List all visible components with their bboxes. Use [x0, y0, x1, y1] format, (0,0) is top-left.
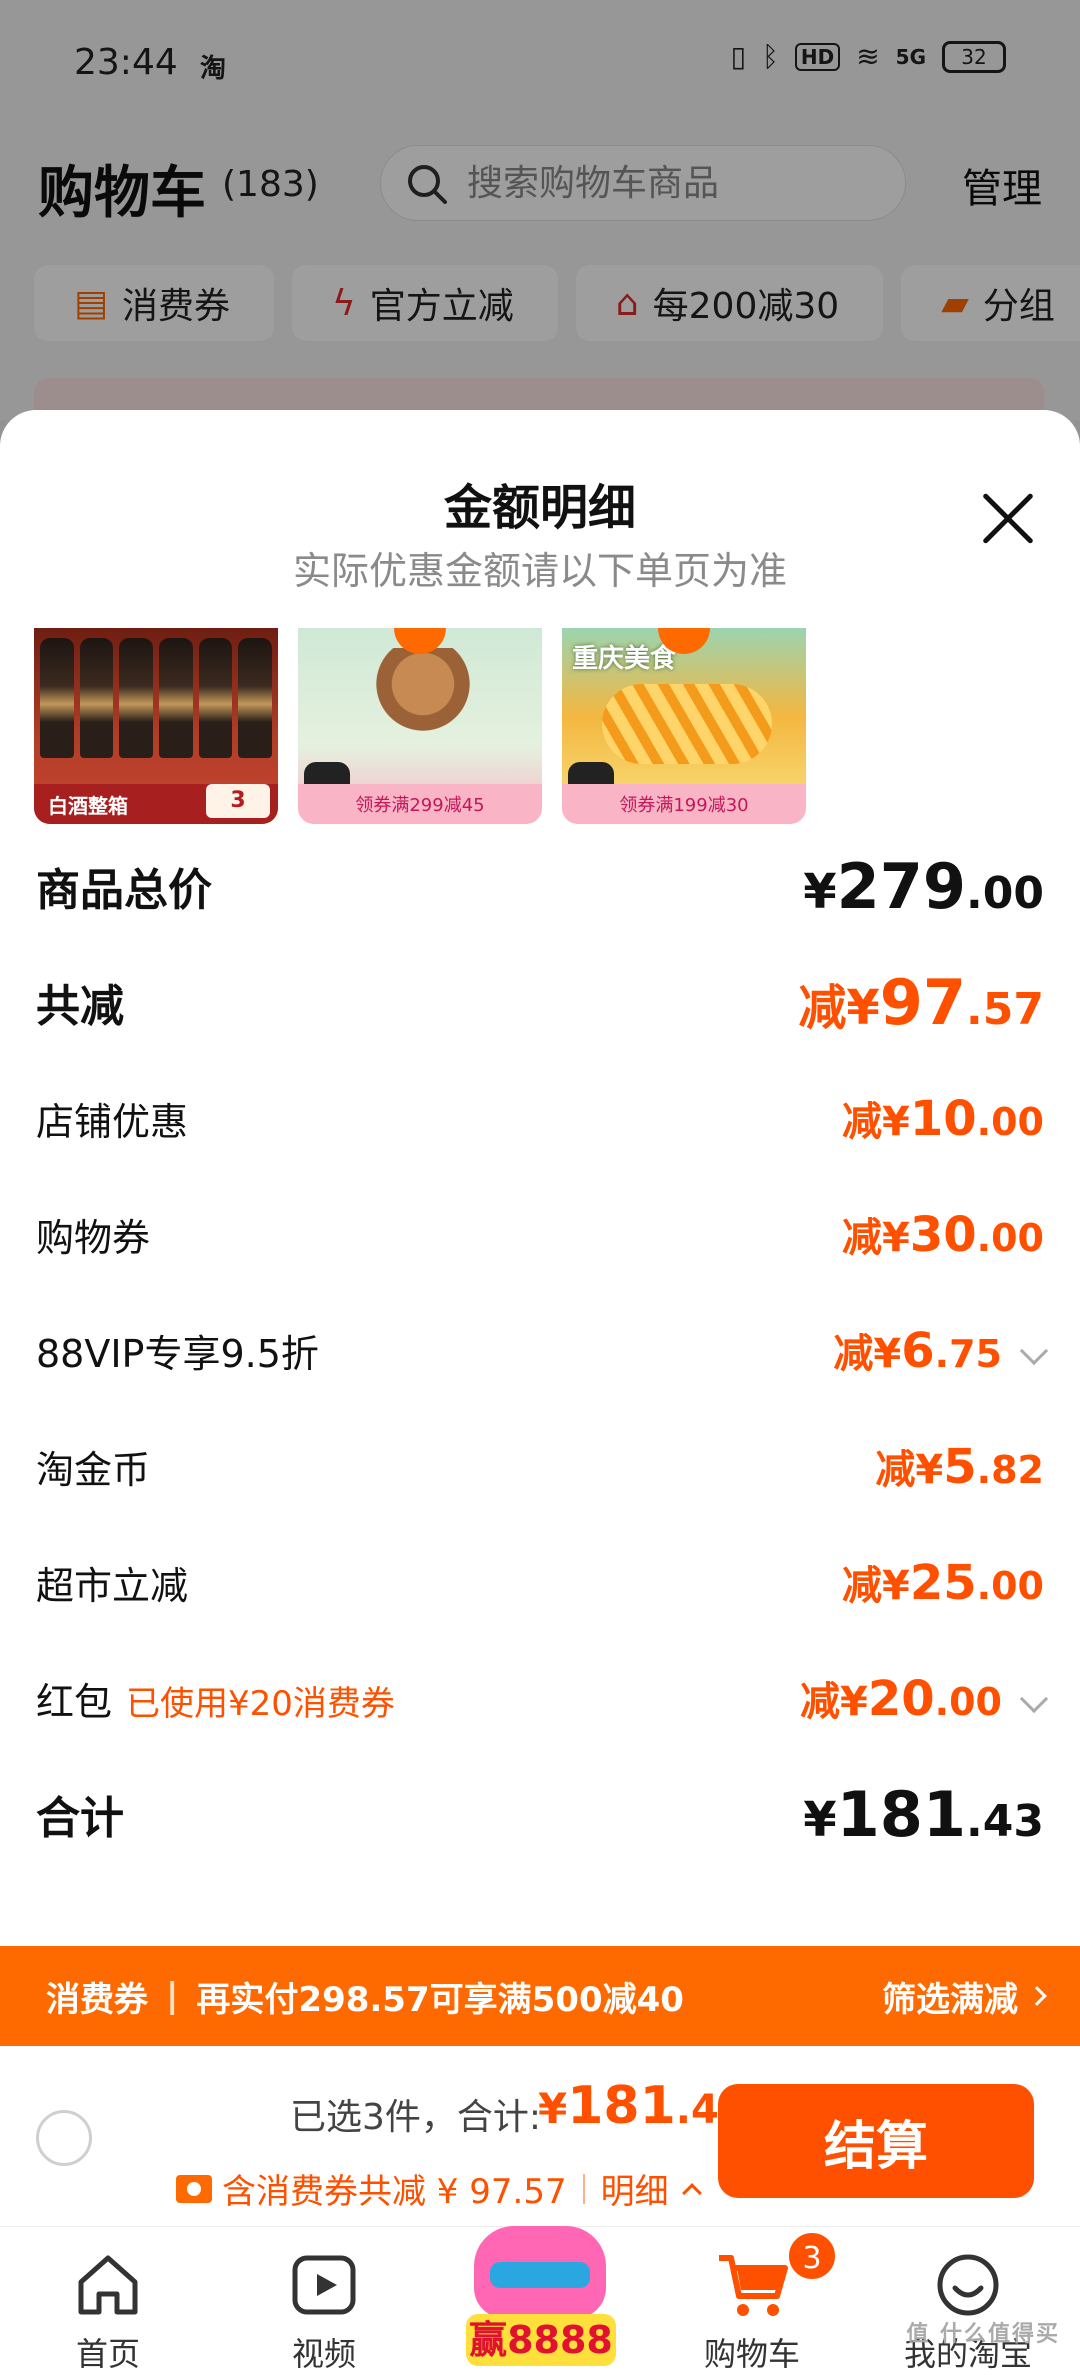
red-packet-note: 已使用¥20消费券 — [126, 1683, 395, 1724]
tab-video[interactable]: 视频 — [244, 2247, 404, 2375]
row-shopping-coupon: 购物券 减¥ 30.00 — [36, 1194, 1044, 1274]
row-label: 购物券 — [36, 1215, 151, 1260]
tab-my-taobao[interactable]: 我的淘宝 — [888, 2247, 1048, 2375]
coupon-icon — [176, 2174, 212, 2203]
item-thumbnail-petfood[interactable]: 领券满299减45 — [298, 628, 542, 824]
tab-promo-event[interactable]: 赢8888 — [456, 2226, 624, 2376]
filter-discount-button[interactable]: 筛选满减 — [882, 1972, 1047, 2021]
watermark: 值 什么值得买 — [906, 2322, 1060, 2347]
row-value: 减¥ 5.82 — [875, 1439, 1044, 1495]
profile-icon — [937, 2254, 999, 2316]
selected-summary: 已选3件，合计: — [290, 2097, 542, 2138]
sheet-title: 金额明细 — [443, 480, 636, 536]
row-label: 共减 — [36, 981, 124, 1032]
select-all-checkbox[interactable] — [36, 2110, 92, 2166]
row-total-discount: 共减 减¥ 97.57 — [36, 962, 1044, 1042]
row-value: 减¥ 30.00 — [842, 1207, 1044, 1263]
row-label: 红包 已使用¥20消费券 — [36, 1679, 395, 1724]
row-value: 减¥ 25.00 — [842, 1555, 1044, 1611]
thumbnail-badge: 3 — [206, 784, 270, 818]
row-subtotal: 商品总价 ¥279.00 — [36, 846, 1044, 926]
settlement-bar: 已选3件，合计: ¥181.43 含消费券共减 ¥ 97.57 明细 结算 — [0, 2046, 1080, 2226]
row-label: 商品总价 — [36, 865, 212, 916]
total-price: ¥181.43 — [538, 2076, 747, 2136]
row-88vip[interactable]: 88VIP专享9.5折 减¥ 6.75 — [36, 1310, 1049, 1390]
amount-detail-sheet: 金额明细 实际优惠金额请以下单页为准 白酒整箱 3 领券满299减45 重庆美食… — [0, 410, 1080, 1956]
cart-badge: 3 — [786, 2230, 838, 2282]
video-icon — [292, 2255, 356, 2315]
thumbnail-caption: 领券满199减30 — [562, 784, 806, 824]
chevron-up-icon — [681, 2182, 702, 2203]
coupon-banner[interactable]: 消费券 | 再实付298.57可享满500减40 筛选满减 — [0, 1946, 1080, 2046]
row-grand-total: 合计 ¥181.43 — [36, 1774, 1044, 1854]
row-label: 88VIP专享9.5折 — [36, 1331, 319, 1376]
detail-toggle[interactable]: 明细 — [601, 2164, 669, 2213]
row-store-discount: 店铺优惠 减¥ 10.00 — [36, 1078, 1044, 1158]
item-thumbnail-food[interactable]: 重庆美食 领券满199减30 — [562, 628, 806, 824]
sheet-subtitle: 实际优惠金额请以下单页为准 — [292, 549, 787, 593]
item-thumbnail-liquor[interactable]: 白酒整箱 3 — [34, 628, 278, 824]
row-label: 店铺优惠 — [36, 1099, 189, 1144]
row-taojinbi: 淘金币 减¥ 5.82 — [36, 1426, 1044, 1506]
row-red-packet[interactable]: 红包 已使用¥20消费券 减¥ 20.00 — [36, 1658, 1049, 1738]
row-label: 淘金币 — [36, 1447, 151, 1492]
row-value: 减¥ 20.00 — [800, 1669, 1049, 1727]
chevron-right-icon — [1027, 1986, 1047, 2006]
row-value: 减¥ 10.00 — [842, 1091, 1044, 1147]
row-value: ¥181.43 — [803, 1777, 1044, 1851]
checkout-button[interactable]: 结算 — [718, 2084, 1034, 2198]
selected-items: 白酒整箱 3 领券满299减45 重庆美食 领券满199减30 — [34, 628, 806, 824]
discount-summary[interactable]: 含消费券共减 ¥ 97.57 明细 — [176, 2164, 702, 2213]
row-supermarket-discount: 超市立减 减¥ 25.00 — [36, 1542, 1044, 1622]
home-icon — [78, 2255, 138, 2315]
banner-tag: 消费券 — [46, 1979, 148, 2020]
row-label: 超市立减 — [36, 1563, 189, 1608]
row-label: 合计 — [36, 1793, 124, 1844]
cart-icon — [719, 2255, 788, 2316]
row-value: 减¥ 6.75 — [833, 1321, 1049, 1379]
chevron-down-icon[interactable] — [1019, 1684, 1049, 1714]
thumbnail-tag: 重庆美食 — [572, 644, 677, 674]
row-value: ¥279.00 — [803, 849, 1044, 923]
thumbnail-caption: 领券满299减45 — [298, 784, 542, 824]
banner-text: 再实付298.57可享满500减40 — [196, 1979, 684, 2020]
close-icon[interactable] — [980, 490, 1036, 546]
row-value: 减¥ 97.57 — [798, 965, 1044, 1039]
promo-label: 赢8888 — [466, 2314, 616, 2366]
chevron-down-icon[interactable] — [1019, 1336, 1049, 1366]
tab-home[interactable]: 首页 — [28, 2247, 188, 2375]
